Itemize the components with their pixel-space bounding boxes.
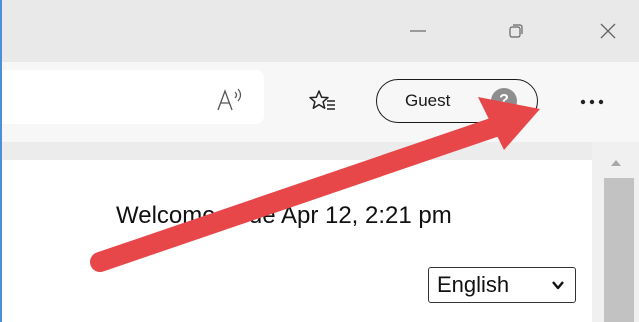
- browser-toolbar: Guest ?: [2, 62, 639, 142]
- restore-icon: [509, 24, 523, 38]
- page-header-strip: [2, 142, 592, 160]
- profile-button[interactable]: Guest ?: [376, 79, 538, 123]
- address-bar[interactable]: [2, 70, 264, 124]
- more-button[interactable]: [570, 80, 614, 124]
- minimize-icon: [410, 30, 426, 32]
- favorites-icon: [309, 90, 335, 110]
- favorites-button[interactable]: [300, 80, 344, 124]
- restore-button[interactable]: [488, 0, 544, 62]
- profile-label: Guest: [405, 91, 451, 110]
- scroll-up-button[interactable]: [592, 152, 639, 174]
- welcome-text: Welcome , Tue Apr 12, 2:21 pm: [116, 202, 452, 229]
- language-select[interactable]: English: [428, 267, 576, 303]
- page-content: Welcome , Tue Apr 12, 2:21 pm English: [2, 142, 592, 322]
- read-aloud-icon: [217, 88, 242, 111]
- scroll-thumb[interactable]: [604, 178, 634, 322]
- guest-avatar-icon: ?: [491, 88, 517, 114]
- scroll-up-icon: [610, 160, 621, 166]
- browser-window: Guest ? Welcome , Tue Apr 12, 2:21 pm En…: [0, 0, 639, 322]
- vertical-scrollbar[interactable]: [592, 142, 639, 322]
- chevron-down-icon: [552, 281, 564, 290]
- close-icon: [600, 23, 616, 39]
- read-aloud-button[interactable]: [212, 84, 248, 116]
- more-icon: [580, 99, 604, 105]
- minimize-button[interactable]: [390, 0, 446, 62]
- language-selected: English: [437, 272, 510, 297]
- title-bar: [2, 0, 639, 62]
- close-button[interactable]: [580, 0, 636, 62]
